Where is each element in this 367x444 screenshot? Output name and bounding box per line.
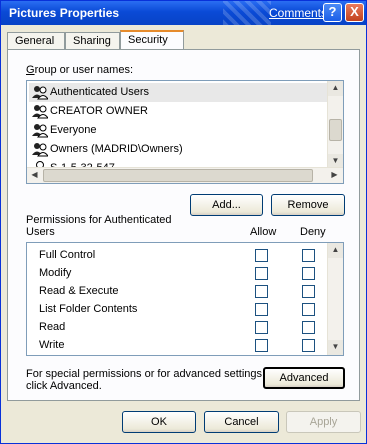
deny-checkbox[interactable]: [302, 339, 315, 352]
deny-checkbox[interactable]: [302, 321, 315, 334]
user-list-item[interactable]: CREATOR OWNER: [29, 102, 329, 121]
add-button[interactable]: Add...: [190, 194, 263, 216]
allow-checkbox[interactable]: [255, 285, 268, 298]
users-group-icon: [32, 141, 49, 157]
scroll-up-icon[interactable]: ▲: [328, 243, 343, 258]
scroll-up-icon[interactable]: ▲: [328, 81, 343, 96]
user-list-item[interactable]: Everyone: [29, 121, 329, 140]
permission-row: List Folder Contents: [39, 301, 329, 319]
tab-security[interactable]: Security: [120, 30, 184, 51]
deny-header: Deny: [300, 226, 326, 238]
user-list[interactable]: Authenticated Users CREATOR OWNER Everyone…: [26, 80, 344, 184]
permission-row: Read: [39, 319, 329, 337]
allow-checkbox[interactable]: [255, 303, 268, 316]
group-label: Group or user names:: [26, 64, 133, 76]
permission-name: Modify: [39, 267, 72, 279]
window-title: Pictures Properties: [9, 6, 120, 20]
allow-header: Allow: [250, 226, 277, 238]
permission-name: Write: [39, 339, 65, 351]
scroll-right-icon[interactable]: ▶: [327, 168, 342, 183]
tab-sharing[interactable]: Sharing: [65, 32, 120, 50]
scroll-left-icon[interactable]: ◀: [27, 168, 42, 183]
permissions-list: Full Control Modify Read & Execute List Fol…: [26, 242, 344, 356]
title-pattern: [223, 1, 271, 25]
hscroll-thumb[interactable]: [43, 169, 313, 182]
advanced-note-2: click Advanced.: [26, 380, 102, 392]
deny-checkbox[interactable]: [302, 249, 315, 262]
tab-general[interactable]: General: [7, 32, 65, 50]
ok-button[interactable]: OK: [122, 411, 196, 433]
user-name: Owners (MADRID\Owners): [50, 143, 183, 155]
users-group-icon: [32, 84, 49, 100]
permission-name: List Folder Contents: [39, 303, 138, 315]
deny-checkbox[interactable]: [302, 285, 315, 298]
deny-checkbox[interactable]: [302, 303, 315, 316]
allow-checkbox[interactable]: [255, 321, 268, 334]
user-name: CREATOR OWNER: [50, 105, 148, 117]
permissions-vscroll[interactable]: ▲ ▼: [327, 243, 343, 355]
permission-row: Full Control: [39, 247, 329, 265]
allow-checkbox[interactable]: [255, 339, 268, 352]
close-button[interactable]: X: [345, 3, 364, 22]
advanced-note: For special permissions or for advanced …: [26, 368, 266, 380]
permissions-label: Permissions for Authenticated: [26, 214, 172, 226]
allow-checkbox[interactable]: [255, 267, 268, 280]
users-group-icon: [32, 103, 49, 119]
user-name: Everyone: [50, 124, 97, 136]
permission-row: Modify: [39, 265, 329, 283]
permission-row: Write: [39, 337, 329, 355]
advanced-button[interactable]: Advanced: [263, 367, 345, 389]
deny-checkbox[interactable]: [302, 267, 315, 280]
permission-row: Read & Execute: [39, 283, 329, 301]
user-list-vscroll[interactable]: ▲ ▼: [327, 81, 343, 169]
security-panel: Group or user names: Authenticated Users…: [7, 49, 360, 401]
permissions-label-user: Users: [26, 226, 55, 238]
scroll-down-icon[interactable]: ▼: [328, 340, 343, 355]
remove-button[interactable]: Remove: [271, 194, 345, 216]
title-bar[interactable]: Pictures Properties Comments? ? X: [1, 1, 366, 25]
users-group-icon: [32, 122, 49, 138]
allow-checkbox[interactable]: [255, 249, 268, 262]
group-label-rest: roup or user names:: [34, 64, 133, 76]
user-list-item[interactable]: Owners (MADRID\Owners): [29, 140, 329, 159]
scroll-thumb[interactable]: [329, 119, 342, 141]
user-name: Authenticated Users: [50, 86, 150, 98]
cancel-button[interactable]: Cancel: [204, 411, 279, 433]
permission-name: Full Control: [39, 249, 96, 261]
user-list-item[interactable]: Authenticated Users: [29, 83, 329, 102]
apply-button[interactable]: Apply: [286, 411, 361, 433]
help-button[interactable]: ?: [323, 3, 342, 22]
permission-name: Read & Execute: [39, 285, 119, 297]
permission-name: Read: [39, 321, 66, 333]
user-list-hscroll[interactable]: ◀ ▶: [27, 167, 343, 183]
properties-dialog: Pictures Properties Comments? ? X Genera…: [0, 0, 367, 444]
